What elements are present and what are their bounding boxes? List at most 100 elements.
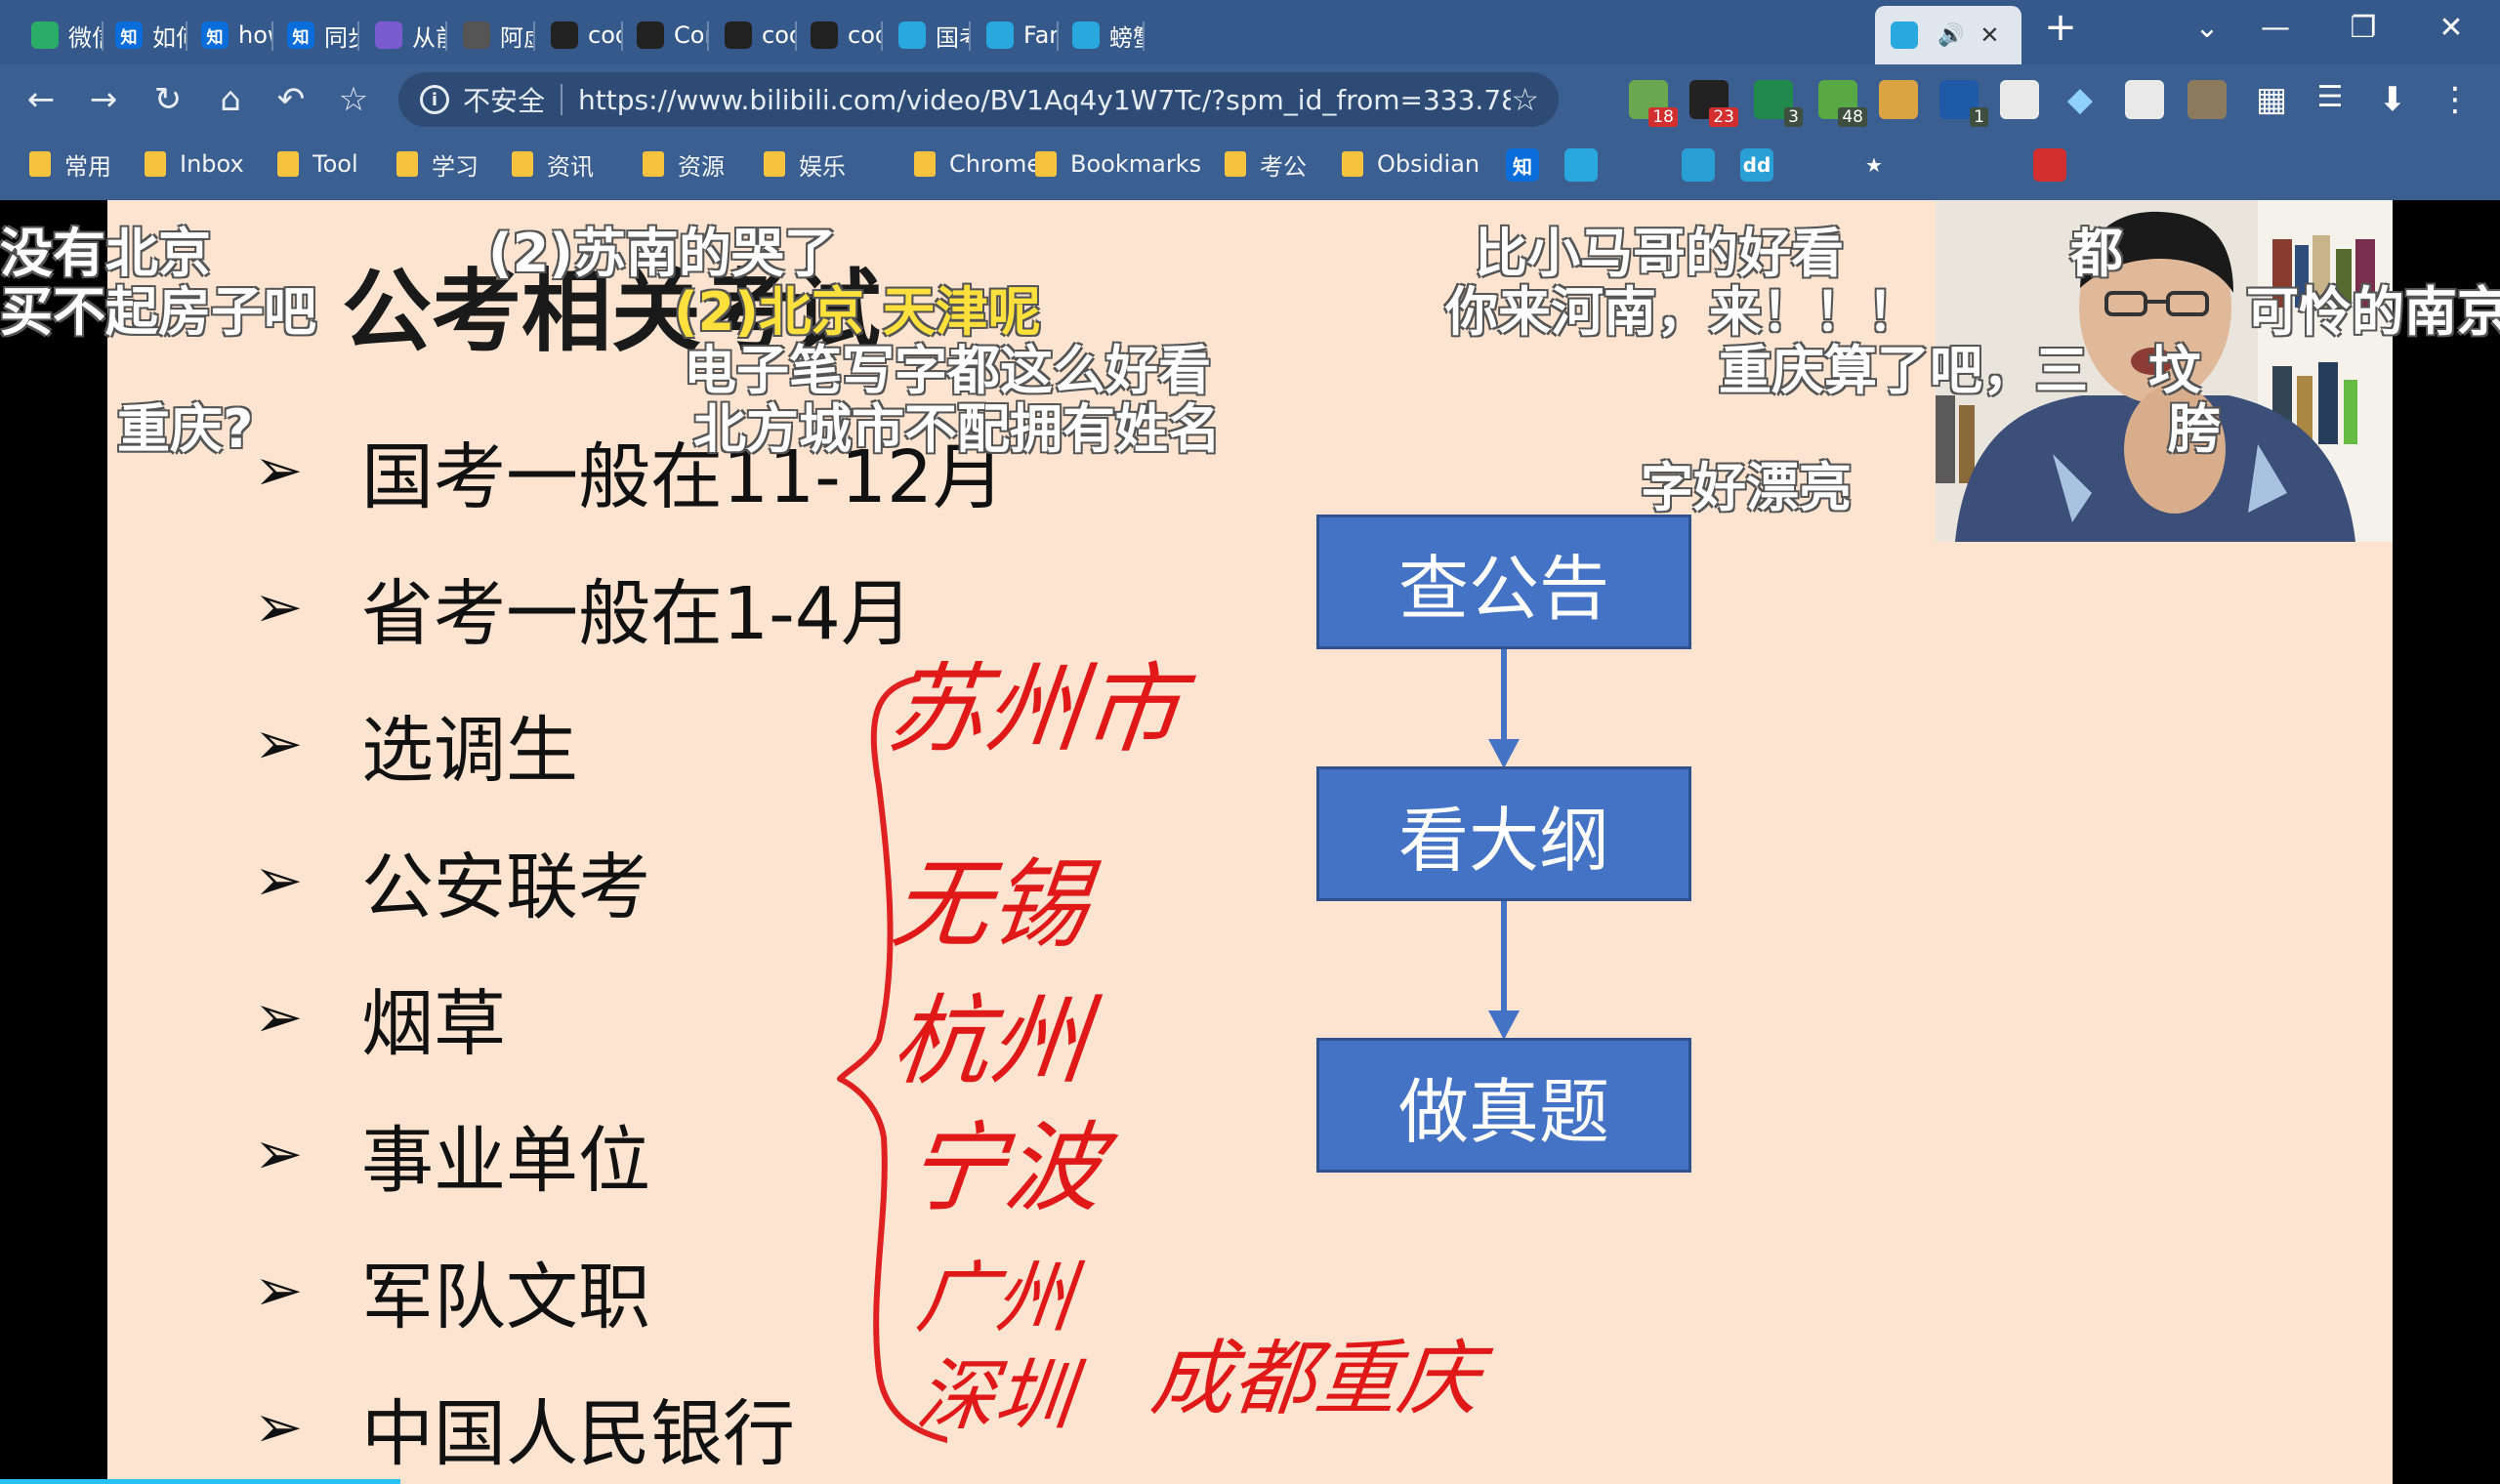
bookmark-folder[interactable]: Inbox	[145, 144, 244, 184]
tab-separator	[1143, 21, 1145, 51]
tab[interactable]: Comn	[621, 6, 709, 64]
forward-button[interactable]: →	[82, 78, 125, 121]
bookmark-folder[interactable]: 考公	[1225, 144, 1307, 184]
bookmark-label: 资源	[678, 152, 725, 181]
tab-title: 螃蟹姐	[1109, 23, 1145, 52]
bookmark-folder[interactable]: 常用	[29, 144, 111, 184]
bookmark-folder[interactable]: 学习	[396, 144, 479, 184]
github-icon	[551, 21, 578, 49]
tab[interactable]: 知 howic	[186, 6, 273, 64]
extension-icon[interactable]: 3	[1754, 80, 1803, 127]
tab-active[interactable]: 🔊 ✕	[1875, 6, 2021, 64]
star-icon[interactable]: ☆	[1511, 81, 1539, 118]
new-tab-button[interactable]: +	[2021, 0, 2100, 55]
app-icon[interactable]	[2033, 148, 2066, 182]
bookmark-folder[interactable]: Bookmarks	[1035, 144, 1201, 184]
extension-icon[interactable]: 1	[1939, 80, 1988, 127]
dd-icon[interactable]: dd	[1740, 148, 1773, 182]
search-icon[interactable]	[2125, 80, 2164, 119]
bookmark-folder[interactable]: Obsidian	[1342, 144, 1479, 184]
back-button[interactable]: ←	[20, 78, 62, 121]
grid-icon[interactable]: ▦	[2252, 80, 2291, 119]
zhihu-icon: 知	[201, 21, 229, 49]
rss-icon[interactable]	[1623, 148, 1656, 182]
globe-icon[interactable]	[1975, 148, 2008, 182]
bookmark-folder[interactable]: 资源	[643, 144, 725, 184]
tab[interactable]: coder	[709, 6, 797, 64]
minimize-button[interactable]: —	[2236, 0, 2314, 55]
zhihu-icon[interactable]: 知	[1506, 148, 1539, 182]
folder-icon	[643, 151, 664, 177]
flow-step-1: 查公告	[1316, 515, 1691, 649]
bookmark-star-button[interactable]: ☆	[332, 78, 375, 121]
folder-icon	[1342, 151, 1363, 177]
avatar-icon	[463, 21, 490, 49]
puzzle-icon	[375, 21, 402, 49]
speaker-icon[interactable]: 🔊	[1938, 23, 1964, 48]
bilibili-icon	[1072, 21, 1100, 49]
restore-button[interactable]: ❐	[2324, 0, 2402, 55]
playlist-icon[interactable]: ☰	[2311, 80, 2350, 119]
tab-title: coder	[588, 21, 623, 49]
tab[interactable]: 国考现	[883, 6, 971, 64]
tab[interactable]: coder	[535, 6, 623, 64]
extension-icon[interactable]: 48	[1818, 80, 1867, 127]
extension-icon[interactable]: 23	[1689, 80, 1738, 127]
bullet-arrow-icon: ➢	[254, 1257, 304, 1325]
tab[interactable]: 微信文	[16, 6, 104, 64]
bookmark-folder[interactable]: Tool	[277, 144, 358, 184]
extension-icon[interactable]	[1879, 80, 1918, 119]
bilibili-icon[interactable]	[1564, 148, 1598, 182]
folder-icon	[1225, 151, 1246, 177]
undo-icon[interactable]: ↶	[270, 78, 312, 121]
folder-icon	[277, 151, 299, 177]
menu-icon[interactable]: ⋮	[2436, 80, 2475, 119]
bookmark-folder[interactable]: 资讯	[512, 144, 594, 184]
h-icon[interactable]	[2188, 80, 2227, 119]
tab-title: 如何	[152, 23, 188, 52]
url-text[interactable]: https://www.bilibili.com/video/BV1Aq4y1W…	[578, 84, 1511, 116]
close-icon[interactable]: ✕	[1979, 21, 1999, 49]
diamond-icon[interactable]	[1799, 148, 1832, 182]
bookmark-label: Tool	[312, 150, 358, 178]
star-icon[interactable]: ★	[1857, 148, 1891, 182]
danmaku-comment: 买不起房子吧	[0, 281, 316, 343]
tab-search-chevron-down-icon[interactable]: ⌄	[2168, 0, 2246, 55]
handwritten-city: 苏州市	[881, 652, 1188, 766]
progress-bar[interactable]	[0, 1479, 400, 1484]
tab[interactable]: 阿虚	[447, 6, 535, 64]
cloud-icon[interactable]	[1682, 148, 1715, 182]
github-icon	[811, 21, 838, 49]
close-window-button[interactable]: ✕	[2412, 0, 2490, 55]
video-player[interactable]: 公考相关考试 ➢ 国考一般在11-12月 ➢ 省考一般在1-4月 ➢ 选调生 ➢ 公安联考 ➢ 烟…	[0, 200, 2500, 1484]
tab[interactable]: 螃蟹姐	[1057, 6, 1145, 64]
folder-icon	[396, 151, 418, 177]
diamond-icon[interactable]: ◆	[2061, 80, 2100, 119]
tab[interactable]: 从前的	[359, 6, 447, 64]
browser-chrome: 微信文知如何知howic知同步从前的阿虚coderComncodercoder国…	[0, 0, 2500, 200]
tab[interactable]: Farrrc	[971, 6, 1059, 64]
home-button[interactable]: ⌂	[209, 78, 252, 121]
bookmark-folder[interactable]: Chrome	[914, 144, 1041, 184]
bookmarks-bar: 常用 Inbox Tool 学习 资讯 资源 娱乐 Chrome Bookmarks 考公 Obsi…	[0, 135, 2500, 195]
reader-icon[interactable]	[2000, 80, 2039, 119]
info-icon[interactable]: i	[420, 85, 449, 114]
folder-icon	[1035, 151, 1057, 177]
bullet-text: 烟草	[361, 981, 506, 1066]
tab[interactable]: 知如何	[100, 6, 188, 64]
download-icon[interactable]: ⬇	[2373, 80, 2412, 119]
bullet-text: 选调生	[361, 708, 578, 793]
slide-bullet: ➢ 省考一般在1-4月	[254, 563, 913, 656]
bookmark-folder[interactable]: 娱乐	[764, 144, 846, 184]
reload-button[interactable]: ↻	[146, 78, 189, 121]
bookmark-label: 考公	[1260, 152, 1307, 181]
address-bar[interactable]: i 不安全 https://www.bilibili.com/video/BV1…	[398, 72, 1559, 127]
extension-icon[interactable]: 18	[1629, 80, 1678, 127]
tab-title: 阿虚	[500, 23, 535, 52]
folder-icon	[512, 151, 533, 177]
history-icon[interactable]	[1916, 148, 1949, 182]
tab[interactable]: 知同步	[271, 6, 359, 64]
danmaku-comment: 北方城市不配拥有姓名	[693, 398, 1221, 460]
tab[interactable]: coder	[795, 6, 883, 64]
tab-title: Farrrc	[1023, 21, 1059, 49]
